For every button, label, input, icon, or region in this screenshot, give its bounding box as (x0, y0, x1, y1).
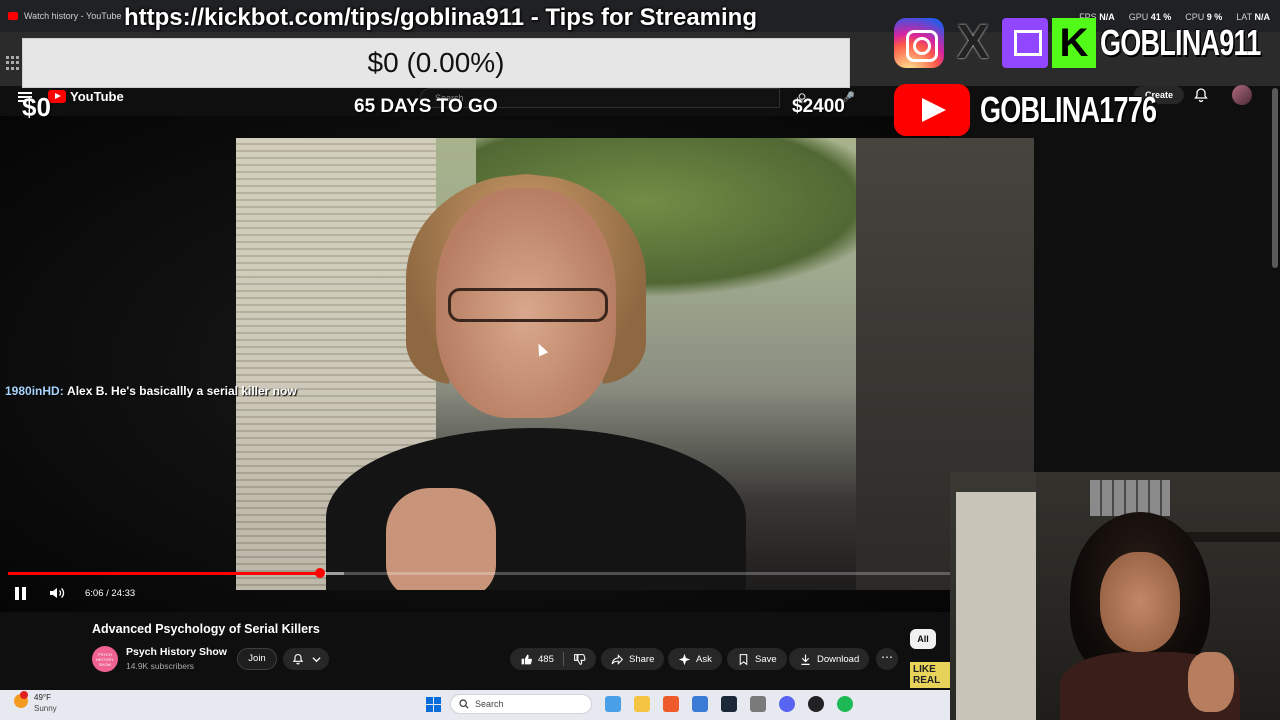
volume-icon[interactable] (49, 586, 65, 600)
streamer-hand (1188, 652, 1234, 712)
windows-start-icon[interactable] (426, 697, 441, 712)
social-overlay: X K GOBLINA911 (894, 18, 1280, 68)
browser-tab[interactable]: Watch history - YouTube (8, 6, 121, 26)
file-explorer-icon[interactable] (634, 696, 650, 712)
kick-icon: K (1052, 18, 1096, 68)
download-label: Download (817, 653, 860, 665)
channel-avatar[interactable]: PSYCH HISTORY SHOW (92, 646, 118, 672)
more-actions-button[interactable]: ⋯ (876, 648, 898, 670)
share-button[interactable]: Share (601, 648, 665, 670)
ask-button[interactable]: Ask (668, 648, 722, 670)
weather-temperature[interactable]: 49°F (34, 693, 51, 702)
goal-days-remaining: 65 DAYS TO GO (354, 96, 498, 117)
steam-icon[interactable] (721, 696, 737, 712)
chat-username: 1980inHD: (5, 384, 64, 398)
progress-played (8, 572, 321, 575)
save-button[interactable]: Save (727, 648, 787, 670)
notepad-icon[interactable] (692, 696, 708, 712)
taskbar-search-placeholder: Search (475, 699, 504, 709)
obs-icon[interactable] (808, 696, 824, 712)
webcam-feed (950, 472, 1280, 720)
search-icon (459, 699, 469, 709)
chat-message: 1980inHD: Alex B. He's basicallly a seri… (5, 384, 297, 398)
notification-badge (20, 691, 28, 699)
subscribed-notifications-button[interactable] (283, 648, 329, 670)
like-count[interactable]: 485 (538, 654, 554, 665)
channel-subscribers: 14.9K subscribers (126, 661, 195, 671)
page-scrollbar[interactable] (1272, 88, 1278, 268)
time-display: 6:06 / 24:33 (85, 588, 136, 599)
browser-tab-title: Watch history - YouTube (24, 11, 122, 21)
goal-target-amount: $2400 (792, 96, 845, 117)
spotify-icon[interactable] (837, 696, 853, 712)
youtube-icon (894, 84, 970, 136)
channel-name[interactable]: Psych History Show (126, 646, 227, 658)
youtube-handle: GOBLINA1776 (980, 89, 1157, 130)
bookmark-icon (739, 653, 748, 665)
join-button[interactable]: Join (237, 648, 277, 670)
weather-condition[interactable]: Sunny (34, 704, 57, 713)
dislike-icon[interactable] (573, 653, 586, 666)
x-icon: X (956, 16, 989, 69)
youtube-handle-overlay: GOBLINA1776 (894, 84, 1215, 136)
filter-chip-all[interactable]: All (910, 629, 936, 649)
streamer-handle: GOBLINA911 (1100, 22, 1261, 63)
apps-grid-icon[interactable] (6, 56, 20, 70)
instagram-icon (894, 18, 944, 68)
download-icon (801, 654, 810, 665)
twitch-icon (1002, 18, 1048, 68)
share-icon (611, 653, 624, 665)
video-title: Advanced Psychology of Serial Killers (92, 622, 320, 636)
ask-label: Ask (696, 653, 712, 665)
webcam-picture-frames (1090, 480, 1170, 516)
download-button[interactable]: Download (789, 648, 870, 670)
chevron-down-icon (311, 656, 321, 662)
donation-goal-bar: $0 (0.00%) (22, 38, 850, 88)
copilot-app-icon[interactable] (605, 696, 621, 712)
youtube-logo-text: YouTube (70, 89, 124, 104)
recommended-thumbnail[interactable]: LIKE REAL (910, 662, 950, 688)
bell-icon (292, 653, 303, 665)
webcam-door (956, 492, 1036, 720)
goal-current-amount: $0 (22, 92, 51, 122)
pause-icon[interactable] (15, 587, 27, 600)
video-frame[interactable] (236, 138, 1034, 590)
speaker-glasses (448, 288, 608, 322)
save-label: Save (755, 653, 777, 665)
like-dislike-group: 485 (510, 648, 596, 670)
youtube-favicon-icon (8, 12, 18, 20)
sparkle-icon (678, 653, 691, 665)
brave-browser-icon[interactable] (663, 696, 679, 712)
taskbar-search-input[interactable]: Search (450, 694, 592, 714)
settings-gear-icon[interactable] (750, 696, 766, 712)
discord-icon[interactable] (779, 696, 795, 712)
account-avatar[interactable] (1232, 85, 1252, 105)
streamer-face (1100, 552, 1180, 652)
chat-text: Alex B. He's basicallly a serial killer … (67, 384, 297, 398)
like-icon[interactable] (520, 653, 533, 666)
youtube-logo[interactable]: YouTube (48, 89, 124, 104)
share-label: Share (629, 653, 655, 665)
tip-url-overlay: https://kickbot.com/tips/goblina911 - Ti… (124, 4, 757, 31)
